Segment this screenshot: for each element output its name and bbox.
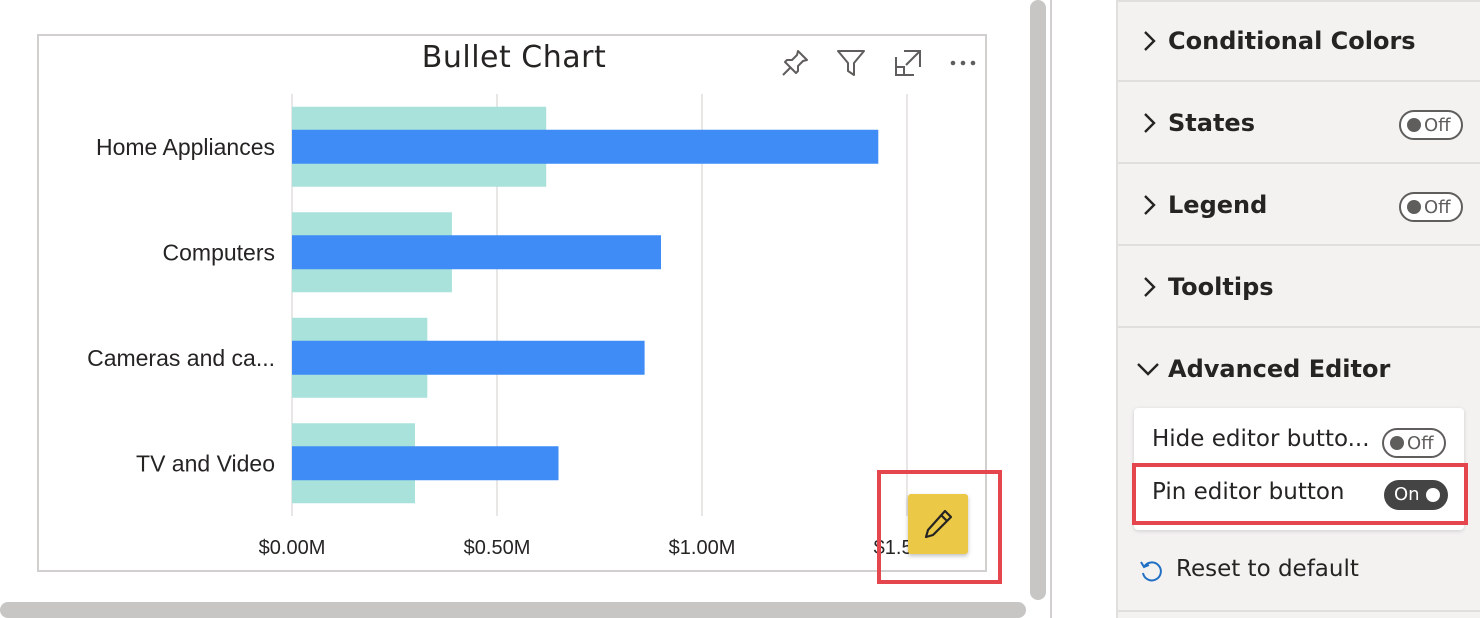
bullet-chart-visual[interactable]: $0.00M $0.50M $1.00M $1.50M Home Appliances C… [37, 34, 987, 572]
legend-toggle[interactable]: Off [1399, 192, 1463, 222]
section-states[interactable]: States Off [1118, 83, 1480, 164]
section-tooltips[interactable]: Tooltips [1118, 247, 1480, 328]
edit-button-highlight [877, 470, 1002, 584]
vertical-scrollbar[interactable] [1030, 0, 1046, 600]
horizontal-scrollbar[interactable] [0, 602, 1026, 618]
section-legend[interactable]: Legend Off [1118, 165, 1480, 246]
category-label: Cameras and ca... [87, 345, 275, 371]
reset-label: Reset to default [1176, 556, 1359, 582]
section-label: Advanced Editor [1168, 355, 1391, 383]
actual-bar[interactable] [292, 340, 645, 375]
section-conditional-colors[interactable]: Conditional Colors [1118, 1, 1480, 82]
chevron-right-icon [1144, 277, 1156, 297]
toggle-knob [1407, 118, 1421, 132]
toggle-label: Off [1424, 197, 1451, 218]
hide-editor-toggle[interactable]: Off [1382, 428, 1446, 458]
x-tick-label: $1.00M [669, 537, 736, 559]
chevron-right-icon [1144, 31, 1156, 51]
actual-bar[interactable] [292, 129, 879, 164]
pane-divider [1050, 0, 1052, 618]
states-toggle[interactable]: Off [1399, 110, 1463, 140]
section-label: Tooltips [1168, 273, 1274, 301]
pane-bottom-border [1118, 610, 1480, 612]
more-options-icon[interactable] [944, 44, 982, 82]
filter-icon[interactable] [832, 44, 870, 82]
x-tick-label: $0.00M [259, 537, 326, 559]
chevron-right-icon [1144, 195, 1156, 215]
reset-icon [1140, 561, 1162, 582]
section-label: Legend [1168, 191, 1268, 219]
focus-mode-icon[interactable] [889, 44, 927, 82]
actual-bar[interactable] [292, 446, 559, 481]
hide-editor-label: Hide editor butto... [1152, 426, 1370, 452]
section-label: Conditional Colors [1168, 27, 1416, 55]
chart-plot: $0.00M $0.50M $1.00M $1.50MHome AppliancesC… [87, 94, 940, 559]
toggle-label: Off [1424, 115, 1451, 136]
format-pane: Conditional Colors States Off Legend Off… [1116, 0, 1480, 618]
report-canvas: $0.00M $0.50M $1.00M $1.50M Home Appliances C… [0, 0, 1052, 618]
category-label: Computers [163, 239, 275, 265]
chevron-down-icon [1137, 363, 1159, 376]
section-label: States [1168, 109, 1255, 137]
pin-icon[interactable] [776, 44, 814, 82]
toggle-knob [1407, 200, 1421, 214]
actual-bar[interactable] [292, 235, 661, 270]
chevron-right-icon [1144, 113, 1156, 133]
toggle-knob [1390, 436, 1404, 450]
category-label: Home Appliances [96, 134, 275, 160]
toggle-label: Off [1407, 433, 1434, 454]
x-tick-label: $0.50M [464, 537, 531, 559]
pin-editor-highlight [1132, 463, 1468, 525]
category-label: TV and Video [136, 450, 275, 476]
section-advanced-editor[interactable]: Advanced Editor [1118, 329, 1480, 409]
